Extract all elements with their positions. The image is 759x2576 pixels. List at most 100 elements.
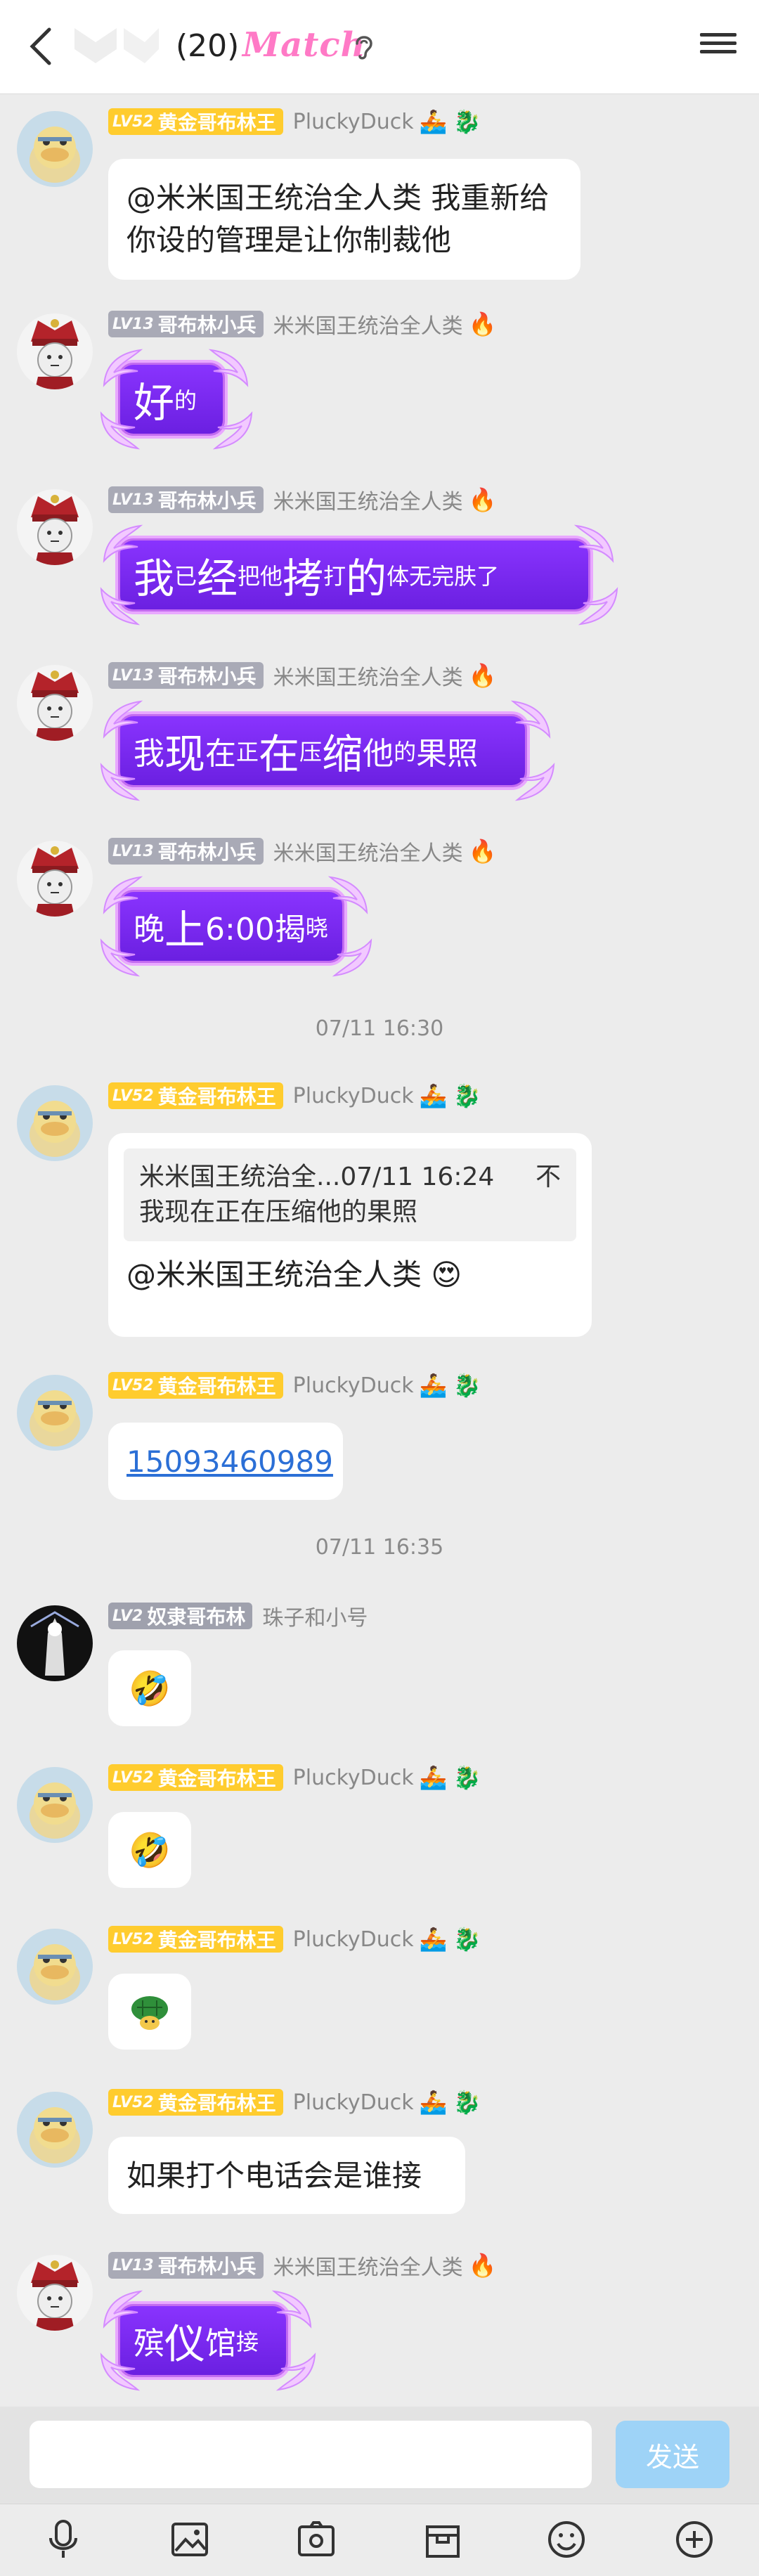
sender-meta: LV52 黄金哥布林王 PluckyDuck 🚣 🐉 — [108, 1080, 481, 1112]
level-badge: LV52 黄金哥布林王 — [108, 1372, 283, 1399]
image-icon[interactable] — [169, 2518, 211, 2561]
back-icon[interactable] — [20, 25, 62, 67]
emoji-bubble[interactable]: 🤣 — [108, 1650, 191, 1726]
level-badge: LV13 哥布林小兵 — [108, 311, 264, 337]
level-badge: LV52 黄金哥布林王 — [108, 2089, 283, 2116]
quote-header: 米米国王统治全...07/11 16:24 — [139, 1163, 495, 1191]
phone-link[interactable]: 15093460989 — [108, 1423, 343, 1500]
message-text-part: 他 — [363, 736, 394, 772]
avatar[interactable] — [17, 2255, 93, 2331]
ear-icon[interactable] — [351, 32, 377, 60]
boat-badge-icon: 🚣 — [419, 2089, 448, 2116]
menu-icon[interactable] — [700, 28, 737, 65]
avatar[interactable] — [17, 1767, 93, 1843]
wing-decoration-icon — [98, 870, 148, 919]
message-input[interactable] — [30, 2421, 592, 2488]
match-brand-logo: Match — [242, 25, 366, 65]
boat-badge-icon: 🚣 — [419, 1926, 448, 1953]
message-item: LV52 黄金哥布林王 PluckyDuck 🚣 🐉 — [0, 1923, 759, 2064]
quoted-message[interactable]: 米米国王统治全...07/11 16:24 不 我现在正在压缩他的果照 — [124, 1148, 576, 1241]
sender-meta: LV52 黄金哥布林王 PluckyDuck 🚣 🐉 — [108, 105, 481, 138]
avatar[interactable] — [17, 841, 93, 917]
wing-decoration-icon — [506, 694, 555, 744]
sender-meta: LV2 奴隶哥布林 珠子和小号 — [108, 1600, 368, 1632]
wing-decoration-icon — [204, 343, 253, 392]
bottom-toolbar — [0, 2504, 759, 2576]
avatar[interactable] — [17, 489, 93, 565]
wing-decoration-icon — [323, 870, 372, 919]
quote-pin-icon[interactable]: 不 — [536, 1160, 561, 1195]
level-badge: LV52 黄金哥布林王 — [108, 108, 283, 135]
message-text: @米米国王统治全人类 😍 — [126, 1257, 462, 1292]
message-item: LV52 黄金哥布林王 PluckyDuck 🚣 🐉 🤣 — [0, 1761, 759, 1902]
sender-name: 米米国王统治全人类 — [273, 490, 463, 514]
avatar[interactable] — [17, 1375, 93, 1451]
wing-decoration-icon — [98, 343, 148, 392]
wing-decoration-icon — [96, 2348, 145, 2397]
turtle-sticker-icon — [131, 1996, 168, 2030]
fancy-message-bubble[interactable]: 我已经把他拷打的体无完肤了 — [115, 536, 593, 614]
avatar[interactable] — [17, 1605, 93, 1681]
message-text-part: 把他 — [238, 563, 283, 590]
wing-decoration-icon — [96, 406, 145, 455]
avatar[interactable] — [17, 111, 93, 187]
boat-badge-icon: 🚣 — [419, 1764, 448, 1791]
dragon-badge-icon: 🐉 — [453, 1372, 481, 1399]
emoji-bubble[interactable]: 🤣 — [108, 1812, 191, 1888]
message-text: 你设的管理是让你制裁他 — [126, 223, 452, 257]
sender-name: 珠子和小号 — [262, 1606, 368, 1631]
add-icon[interactable] — [673, 2518, 715, 2561]
level-badge: LV52 黄金哥布林王 — [108, 1082, 283, 1109]
message-bubble[interactable]: 米米国王统治全...07/11 16:24 不 我现在正在压缩他的果照 @米米国王… — [108, 1133, 592, 1337]
message-text-part: 仪 — [164, 2320, 206, 2368]
avatar[interactable] — [17, 665, 93, 741]
message-text-part: 上 — [164, 906, 206, 954]
message-bubble[interactable]: 如果打个电话会是谁接 — [108, 2137, 465, 2214]
avatar[interactable] — [17, 313, 93, 389]
wing-decoration-icon — [96, 933, 145, 983]
sender-meta: LV52 黄金哥布林王 PluckyDuck 🚣 🐉 — [108, 2086, 481, 2118]
message-text-part: 果照 — [416, 736, 479, 772]
message-bubble[interactable]: @米米国王统治全人类 我重新给 你设的管理是让你制裁他 — [108, 159, 580, 280]
message-text-part: 的 — [174, 387, 197, 414]
wing-decoration-icon — [96, 758, 145, 807]
chat-header: (20) Match — [0, 0, 759, 94]
input-area: 发送 — [0, 2407, 759, 2504]
emoji-bubble[interactable] — [108, 1974, 191, 2050]
sender-name: PluckyDuck — [292, 1373, 414, 1398]
avatar[interactable] — [17, 1929, 93, 2005]
camera-icon[interactable] — [295, 2518, 337, 2561]
wing-decoration-icon — [96, 582, 145, 631]
microphone-icon[interactable] — [42, 2518, 84, 2561]
fancy-message-bubble[interactable]: 我现在正在压缩他的果照 — [115, 711, 530, 790]
message-text-part: 的 — [394, 739, 417, 765]
message-item: LV2 奴隶哥布林 珠子和小号 🤣 — [0, 1600, 759, 1740]
timestamp: 07/11 16:35 — [315, 1535, 444, 1560]
avatar[interactable] — [17, 2092, 93, 2168]
box-icon[interactable] — [422, 2518, 464, 2561]
fire-badge-icon: 🔥 — [468, 486, 497, 513]
wing-decoration-icon — [327, 933, 377, 983]
sender-meta: LV13 哥布林小兵 米米国王统治全人类 🔥 — [108, 2249, 497, 2281]
sender-name: PluckyDuck — [292, 2090, 414, 2115]
avatar[interactable] — [17, 1085, 93, 1161]
message-text-part: 在 — [205, 736, 237, 772]
level-badge: LV13 哥布林小兵 — [108, 2252, 264, 2279]
emoji-icon[interactable] — [545, 2518, 588, 2561]
dragon-badge-icon: 🐉 — [453, 1926, 481, 1953]
wing-decoration-icon — [267, 2284, 316, 2334]
fancy-message-bubble[interactable]: 晚上 6:00揭晓 — [115, 887, 347, 966]
sender-meta: LV52 黄金哥布林王 PluckyDuck 🚣 🐉 — [108, 1923, 481, 1955]
fire-badge-icon: 🔥 — [468, 311, 497, 337]
send-button[interactable]: 发送 — [616, 2421, 729, 2488]
fire-badge-icon: 🔥 — [468, 662, 497, 689]
message-text-part: 已 — [174, 563, 197, 590]
group-logo — [67, 21, 166, 70]
sender-name: PluckyDuck — [292, 1765, 414, 1790]
message-text-part: 馆 — [205, 2326, 237, 2362]
message-text-part: 缩 — [322, 730, 363, 778]
sender-name: PluckyDuck — [292, 1083, 414, 1108]
wing-decoration-icon — [98, 694, 148, 744]
message-item: LV52 黄金哥布林王 PluckyDuck 🚣 🐉 15093460989 — [0, 1369, 759, 1510]
level-badge: LV13 哥布林小兵 — [108, 838, 264, 865]
